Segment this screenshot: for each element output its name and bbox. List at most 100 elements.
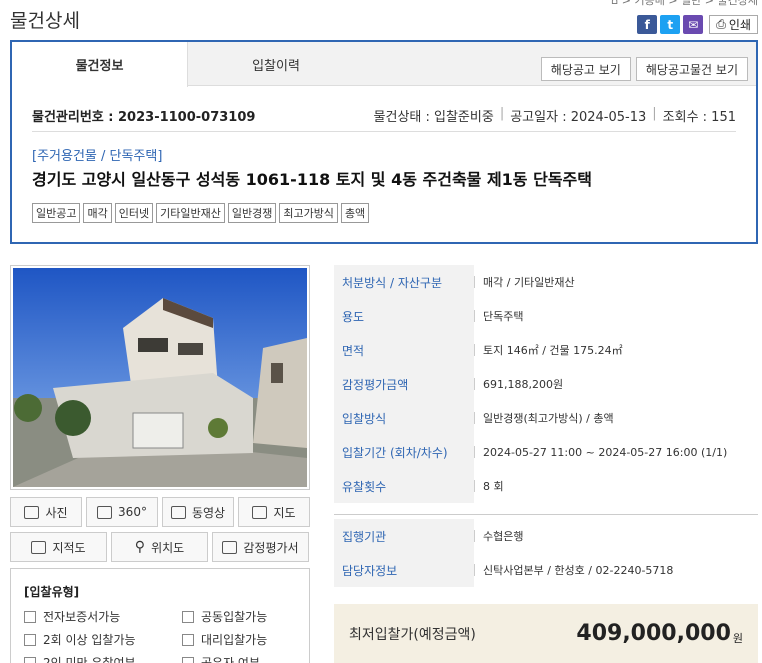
checkbox: [182, 656, 194, 663]
detail-value: 매각 / 기타일반재산: [474, 265, 575, 299]
detail-row: 입찰방식 일반경쟁(최고가방식) / 총액: [334, 401, 758, 435]
checkbox: [182, 633, 194, 646]
detail-value: 단독주택: [474, 299, 523, 333]
share-bar: f t ✉ ⎙ 인쇄: [637, 15, 758, 34]
view360-label: 360°: [118, 505, 147, 519]
camera-icon: [170, 505, 186, 519]
photo-button[interactable]: 사진: [10, 497, 82, 527]
detail-value: 토지 146㎡ / 건물 175.24㎡: [474, 333, 623, 367]
tag: 일반경쟁: [227, 203, 277, 223]
location-pin-icon: ⚲: [134, 539, 146, 555]
bid-type-item: 전자보증서가능: [24, 608, 182, 625]
bid-type-item: 2회 이상 입찰가능: [24, 631, 182, 648]
bid-type-box: [입찰유형] 전자보증서가능 공동입찰가능 2회 이상 입찰가능 대리입찰가능 …: [10, 568, 310, 663]
bid-type-item: 공동입찰가능: [182, 608, 302, 625]
location-map-button[interactable]: ⚲ 위치도: [111, 532, 208, 562]
detail-label: 감정평가금액: [334, 367, 474, 401]
video-label: 동영상: [191, 505, 226, 520]
view-notice-items-button[interactable]: 해당공고물건 보기: [635, 57, 748, 81]
bid-type-label: 전자보증서가능: [43, 610, 121, 624]
cadastral-label: 지적도: [52, 540, 86, 555]
bid-type-item: 2인 미만 유찰여부: [24, 654, 182, 663]
detail-label: 담당자정보: [334, 553, 474, 587]
property-address: 경기도 고양시 일산동구 성석동 1061-118 토지 및 4동 주건축물 제…: [32, 170, 592, 189]
view360-button[interactable]: 360°: [86, 497, 158, 527]
image-icon: [252, 505, 268, 519]
detail-label: 집행기관: [334, 519, 474, 553]
min-bid-price-unit: 원: [732, 631, 743, 645]
facebook-icon[interactable]: f: [637, 15, 658, 34]
property-photo-frame: [10, 265, 310, 490]
map-label: 지도: [273, 505, 296, 520]
tag: 매각: [83, 203, 112, 223]
detail-value: 2024-05-27 11:00 ~ 2024-05-27 16:00 (1/1…: [474, 435, 727, 469]
bid-type-label: 2회 이상 입찰가능: [43, 633, 136, 647]
tab-bar: 물건정보 입찰이력 해당공고 보기 해당공고물건 보기: [12, 42, 756, 87]
house-photo-image: [13, 268, 307, 487]
detail-label: 입찰방식: [334, 401, 474, 435]
appraisal-report-button[interactable]: 감정평가서: [212, 532, 309, 562]
bid-type-title: [입찰유형]: [24, 585, 80, 599]
notice-date: 공고일자 : 2024-05-13: [510, 110, 647, 125]
divider: |: [499, 106, 505, 121]
map-button[interactable]: 지도: [238, 497, 310, 527]
cadastral-map-button[interactable]: 지적도: [10, 532, 107, 562]
detail-row: 면적 토지 146㎡ / 건물 175.24㎡: [334, 333, 758, 367]
checkbox: [24, 610, 36, 623]
camera-icon: [24, 505, 40, 519]
property-photo[interactable]: [13, 268, 307, 487]
printer-icon: ⎙: [716, 17, 726, 31]
checkbox: [24, 633, 36, 646]
meta-row: 물건관리번호 : 2023-1100-073109 물건상태 : 입찰준비중 |…: [32, 100, 736, 132]
expand-icon: [31, 540, 47, 554]
view-notice-button[interactable]: 해당공고 보기: [540, 57, 631, 81]
tag: 최고가방식: [279, 203, 338, 223]
video-button[interactable]: 동영상: [162, 497, 234, 527]
detail-value: 691,188,200원: [474, 367, 563, 401]
print-button[interactable]: ⎙ 인쇄: [709, 15, 758, 34]
checkbox: [182, 610, 194, 623]
detail-label: 유찰횟수: [334, 469, 474, 503]
detail-row: 집행기관 수협은행: [334, 519, 758, 553]
min-bid-price-label: 최저입찰가(예정금액): [349, 626, 476, 643]
detail-row: 입찰기간 (회차/차수) 2024-05-27 11:00 ~ 2024-05-2…: [334, 435, 758, 469]
detail-label: 처분방식 / 자산구분: [334, 265, 474, 299]
mail-icon[interactable]: ✉: [683, 15, 704, 34]
location-label: 위치도: [151, 540, 185, 555]
detail-row: 처분방식 / 자산구분 매각 / 기타일반재산: [334, 265, 758, 299]
tag: 인터넷: [114, 203, 154, 223]
detail-row: 유찰횟수 8 회: [334, 469, 758, 503]
bid-type-label: 2인 미만 유찰여부: [43, 656, 136, 663]
tag-list: 일반공고 매각 인터넷 기타일반재산 일반경쟁 최고가방식 총액: [32, 203, 370, 223]
detail-label: 입찰기간 (회차/차수): [334, 435, 474, 469]
camera-icon: [97, 505, 113, 519]
detail-label: 용도: [334, 299, 474, 333]
tab-property-info[interactable]: 물건정보: [12, 42, 188, 87]
twitter-icon[interactable]: t: [660, 15, 681, 34]
photo-label: 사진: [45, 505, 68, 520]
min-bid-price-box: 최저입찰가(예정금액) 409,000,000 원: [334, 604, 758, 663]
tab-bid-history[interactable]: 입찰이력: [188, 42, 364, 86]
download-icon: [222, 540, 238, 554]
detail-label: 면적: [334, 333, 474, 367]
detail-divider: [334, 503, 758, 515]
tag: 총액: [340, 203, 370, 223]
detail-row: 담당자정보 신탁사업본부 / 한성호 / 02-2240-5718: [334, 553, 758, 587]
tag: 기타일반재산: [156, 203, 225, 223]
detail-value: 일반경쟁(최고가방식) / 총액: [474, 401, 614, 435]
print-label: 인쇄: [728, 18, 751, 32]
tag: 일반공고: [32, 203, 81, 223]
bid-type-item: 대리입찰가능: [182, 631, 302, 648]
page-title: 물건상세: [10, 10, 80, 32]
view-count: 조회수 : 151: [662, 110, 736, 125]
property-category: [주거용건물 / 단독주택]: [32, 149, 163, 164]
management-number: 물건관리번호 : 2023-1100-073109: [32, 110, 256, 125]
bid-type-label: 대리입찰가능: [201, 633, 268, 647]
min-bid-price-value: 409,000,000: [576, 621, 731, 646]
property-status: 물건상태 : 입찰준비중: [373, 110, 494, 125]
media-buttons: 사진 360° 동영상 지도 지적도 ⚲ 위치도 감정평가서: [10, 497, 310, 567]
breadcrumb: ⌂ > 기공매 > 일반 > 물건상세: [611, 0, 758, 7]
bid-type-label: 공유자 여부: [201, 656, 261, 663]
detail-row: 용도 단독주택: [334, 299, 758, 333]
appraisal-label: 감정평가서: [243, 540, 299, 555]
